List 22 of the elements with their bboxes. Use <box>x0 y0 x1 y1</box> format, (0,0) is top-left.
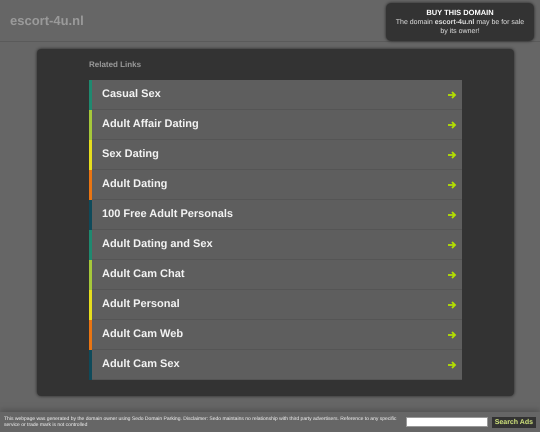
arrow-icon <box>448 120 457 128</box>
related-link[interactable]: Sex Dating <box>92 140 462 170</box>
arrow-icon <box>448 330 457 338</box>
related-link[interactable]: Adult Dating and Sex <box>92 230 462 260</box>
related-link[interactable]: Adult Cam Sex <box>92 350 462 380</box>
related-links-heading: Related Links <box>89 59 142 71</box>
arrow-icon <box>448 150 457 158</box>
related-link[interactable]: Adult Affair Dating <box>92 110 462 140</box>
arrow-icon <box>448 210 457 218</box>
related-link[interactable]: Adult Dating <box>92 170 462 200</box>
arrow-icon <box>448 300 457 308</box>
related-link[interactable]: Adult Cam Web <box>92 320 462 350</box>
related-link[interactable]: Adult Personal <box>92 290 462 320</box>
related-link[interactable]: Casual Sex <box>92 80 462 110</box>
arrow-icon <box>448 180 457 188</box>
arrow-icon <box>448 240 457 248</box>
arrow-icon <box>448 90 457 98</box>
related-link[interactable]: 100 Free Adult Personals <box>92 200 462 230</box>
arrow-icon <box>448 270 457 278</box>
search-field[interactable] <box>406 417 488 427</box>
related-link[interactable]: Adult Cam Chat <box>92 260 462 290</box>
arrow-icon <box>448 360 457 368</box>
